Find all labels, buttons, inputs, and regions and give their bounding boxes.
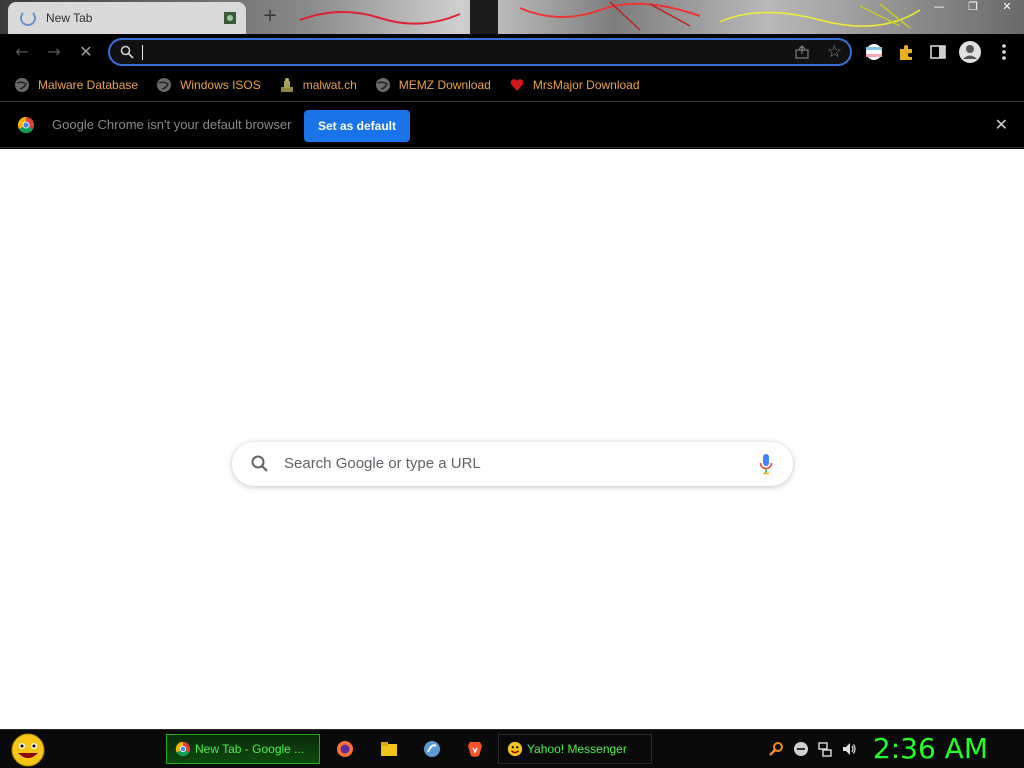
bookmark-malwatch[interactable]: malwat.ch [279,73,357,97]
loading-spinner-icon [20,10,36,26]
volume-icon[interactable] [841,741,857,757]
extensions-puzzle-icon[interactable] [896,42,916,62]
taskbar-item-chrome[interactable]: New Tab - Google ... [166,734,320,764]
status-minus-icon[interactable] [793,741,809,757]
google-search-box[interactable]: Search Google or type a URL [232,442,793,486]
bookmark-label: malwat.ch [302,78,357,92]
infobar-message: Google Chrome isn't your default browser [52,117,292,132]
globe-icon [15,78,29,92]
bookmark-label: Malware Database [38,78,139,92]
bookmark-label: Windows ISOS [180,78,261,92]
network-icon[interactable] [817,741,833,757]
search-key-icon[interactable] [768,741,784,757]
globe-icon [157,78,172,92]
address-bar[interactable]: ☆ [108,38,852,66]
new-tab-page: Search Google or type a URL [0,149,1024,729]
malwatch-icon [280,78,293,92]
taskbar: New Tab - Google ... Yahoo! Messenger 2:… [0,729,1024,768]
folder-icon[interactable] [380,740,398,758]
tor-icon[interactable] [423,740,441,758]
firefox-icon[interactable] [336,740,354,758]
taskbar-item-label: New Tab - Google ... [195,742,305,756]
chrome-logo-icon [17,116,34,134]
yahoo-messenger-icon [507,741,523,757]
bookmarks-bar: Malware Database Windows ISOS malwat.ch … [0,70,1024,100]
bookmark-windows-isos[interactable]: Windows ISOS [156,73,261,97]
title-bar: New Tab + — ❐ ✕ [0,0,1024,34]
forward-button[interactable]: → [44,42,64,62]
bookmark-mrsmajor-download[interactable]: MrsMajor Download [509,73,640,97]
new-tab-button[interactable]: + [260,6,280,26]
default-browser-infobar: Google Chrome isn't your default browser… [0,102,1024,148]
tab-favicon-icon[interactable] [222,10,238,26]
close-window-button[interactable]: ✕ [990,0,1024,16]
restore-button[interactable]: ❐ [956,0,990,16]
browser-toolbar: ← → ✕ ☆ [0,34,1024,70]
menu-kebab-icon[interactable] [994,42,1014,62]
bookmark-label: MrsMajor Download [532,78,640,92]
text-caret [142,45,143,60]
taskbar-clock[interactable]: 2:36 AM [873,732,988,765]
brave-icon[interactable] [466,740,484,758]
microphone-icon[interactable] [759,453,773,475]
bookmark-memz-download[interactable]: MEMZ Download [375,73,491,97]
close-icon[interactable]: ✕ [995,115,1008,134]
heart-icon [510,79,524,91]
side-panel-icon[interactable] [928,42,948,62]
profile-flag-icon[interactable] [864,42,884,62]
search-icon [251,455,268,472]
chrome-icon [175,741,191,757]
minimize-button[interactable]: — [922,0,956,16]
tab-title: New Tab [46,11,93,25]
set-as-default-button[interactable]: Set as default [304,110,410,142]
taskbar-item-yahoo-messenger[interactable]: Yahoo! Messenger [498,734,652,764]
address-input[interactable] [144,42,744,62]
share-icon[interactable] [794,44,810,60]
profile-avatar-icon[interactable] [958,40,982,64]
bookmark-label: MEMZ Download [398,78,491,92]
tab-new-tab[interactable]: New Tab [8,2,246,34]
window-controls: — ❐ ✕ [922,0,1024,16]
globe-icon [375,78,390,92]
start-smiley-icon[interactable] [8,732,48,768]
bookmark-star-icon[interactable]: ☆ [827,42,842,62]
search-icon [120,45,134,59]
bookmark-malware-database[interactable]: Malware Database [14,73,138,97]
back-button[interactable]: ← [12,42,32,62]
stop-loading-button[interactable]: ✕ [76,42,96,62]
search-placeholder: Search Google or type a URL [284,455,481,472]
taskbar-item-label: Yahoo! Messenger [527,742,627,756]
